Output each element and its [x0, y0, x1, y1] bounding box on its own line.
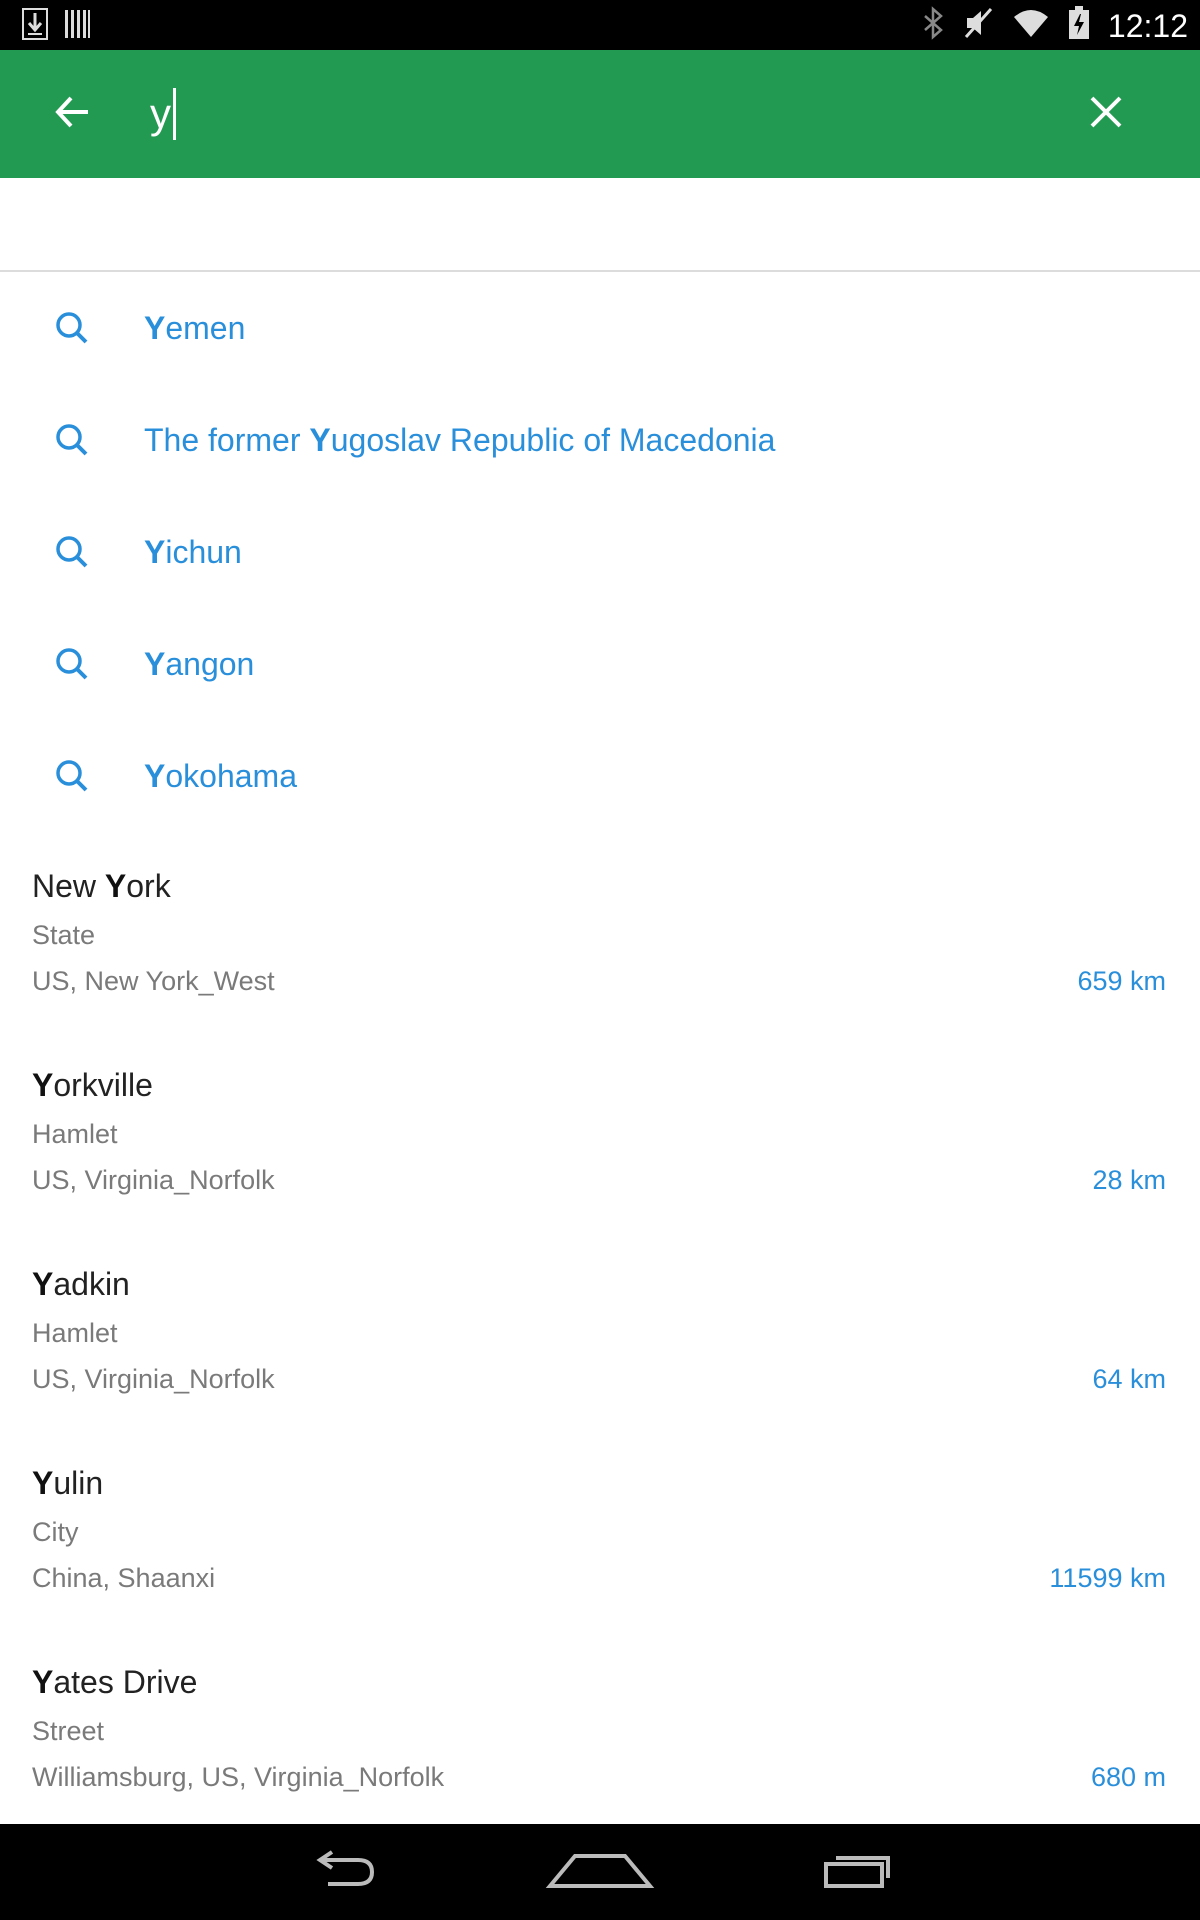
result-type: State [32, 920, 96, 950]
close-icon [1089, 95, 1123, 134]
battery-icon [1068, 6, 1090, 45]
search-toolbar: y [0, 50, 1200, 178]
suggestion-item[interactable]: Yangon [0, 608, 1200, 720]
nav-back-button[interactable] [283, 1840, 403, 1904]
suggestion-item[interactable]: Yemen [0, 272, 1200, 384]
search-input[interactable]: y [150, 74, 1030, 154]
barcode-icon [64, 8, 90, 45]
suggestion-item[interactable]: Yichun [0, 496, 1200, 608]
result-distance: 659 km [1077, 966, 1166, 996]
result-item[interactable]: Yorkville Hamlet US, Virginia_Norfolk 28… [0, 1049, 1200, 1248]
search-icon [0, 535, 144, 569]
text-caret [173, 88, 176, 140]
result-name: Yorkville [32, 1067, 153, 1103]
download-icon [22, 8, 48, 45]
result-name: New York [32, 868, 171, 904]
search-input-value[interactable]: y [150, 90, 171, 138]
search-icon [0, 311, 144, 345]
system-nav-bar [0, 1824, 1200, 1920]
suggestion-item[interactable]: The former Yugoslav Republic of Macedoni… [0, 384, 1200, 496]
result-distance: 680 m [1090, 1762, 1166, 1792]
suggestion-label: Yichun [144, 533, 242, 570]
result-item[interactable]: Yates Drive Street Williamsburg, US, Vir… [0, 1646, 1200, 1845]
suggestion-label: Yangon [144, 645, 255, 682]
suggestion-label: Yokohama [144, 757, 297, 794]
status-left-icons [22, 8, 90, 45]
nav-home-button[interactable] [540, 1840, 660, 1904]
back-button[interactable] [40, 84, 104, 144]
result-item[interactable]: Yadkin Hamlet US, Virginia_Norfolk 64 km [0, 1248, 1200, 1447]
result-distance: 64 km [1092, 1364, 1166, 1394]
suggestion-label: Yemen [144, 309, 246, 346]
result-region: US, Virginia_Norfolk [32, 1165, 275, 1195]
status-time: 12:12 [1107, 7, 1188, 44]
home-nav-icon [545, 1850, 655, 1895]
suggestion-list: Yemen The former Yugoslav Republic of Ma… [0, 272, 1200, 832]
result-region: Williamsburg, US, Virginia_Norfolk [32, 1762, 445, 1792]
status-right-icons: 12:12 [922, 6, 1188, 45]
result-item[interactable]: New York State US, New York_West 659 km [0, 850, 1200, 1049]
suggestion-item[interactable]: Yokohama [0, 720, 1200, 832]
result-region: US, New York_West [32, 966, 275, 996]
nav-recents-button[interactable] [797, 1840, 917, 1904]
recents-nav-icon [822, 1850, 892, 1895]
result-name: Yadkin [32, 1266, 130, 1302]
mute-icon [964, 6, 994, 45]
result-type: Hamlet [32, 1318, 118, 1348]
result-name: Yulin [32, 1465, 104, 1501]
suggestion-label: The former Yugoslav Republic of Macedoni… [144, 421, 776, 458]
result-type: Street [32, 1716, 105, 1746]
search-icon [0, 647, 144, 681]
wifi-icon [1012, 7, 1050, 44]
back-nav-icon [308, 1849, 378, 1895]
status-bar: 12:12 [0, 0, 1200, 50]
result-region: US, Virginia_Norfolk [32, 1364, 275, 1394]
result-distance: 11599 km [1049, 1563, 1166, 1593]
result-list: New York State US, New York_West 659 km … [0, 850, 1200, 1845]
clear-search-button[interactable] [1074, 82, 1138, 146]
result-type: Hamlet [32, 1119, 118, 1149]
search-icon [0, 759, 144, 793]
bluetooth-icon [922, 6, 946, 45]
result-item[interactable]: Yulin City China, Shaanxi 11599 km [0, 1447, 1200, 1646]
result-name: Yates Drive [32, 1664, 198, 1700]
result-region: China, Shaanxi [32, 1563, 216, 1593]
result-distance: 28 km [1092, 1165, 1166, 1195]
search-icon [0, 423, 144, 457]
arrow-back-icon [54, 95, 90, 134]
result-type: City [32, 1517, 79, 1547]
